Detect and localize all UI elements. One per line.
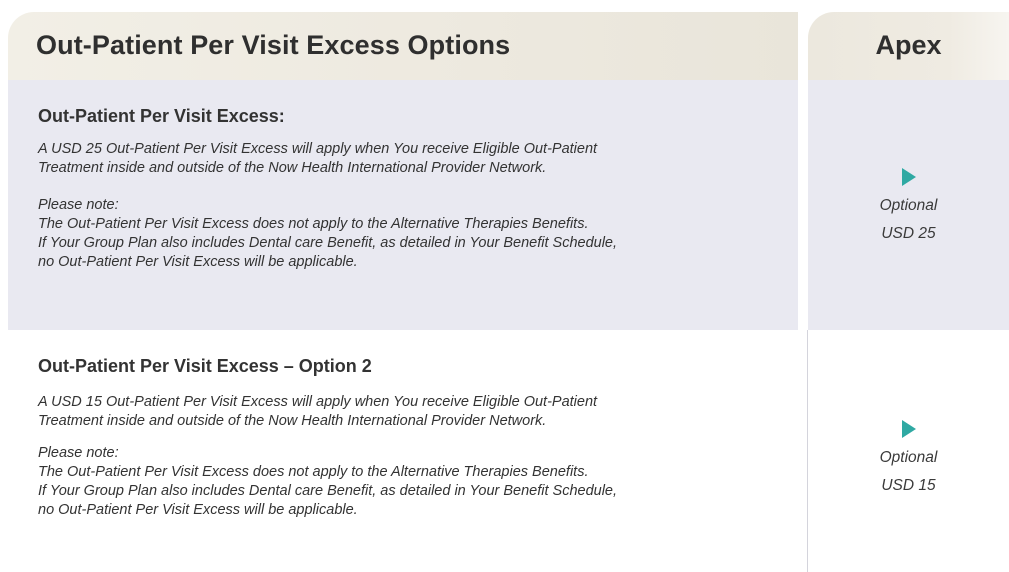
intro-text: A USD 25 Out-Patient Per Visit Excess wi… <box>38 140 798 178</box>
intro-text: A USD 15 Out-Patient Per Visit Excess wi… <box>38 393 798 431</box>
apex-value: USD 25 <box>881 225 936 242</box>
intro-line: Treatment inside and outside of the Now … <box>38 413 547 429</box>
note-line: If Your Group Plan also includes Dental … <box>38 235 618 251</box>
note-line: no Out-Patient Per Visit Excess will be … <box>38 254 358 270</box>
table-header-column-cell: Apex <box>808 12 1009 80</box>
note-line: no Out-Patient Per Visit Excess will be … <box>38 502 358 518</box>
section-heading: Out-Patient Per Visit Excess: <box>38 106 285 126</box>
column-title-apex: Apex <box>875 30 942 60</box>
triangle-bullet-icon <box>901 168 916 186</box>
note-label: Please note: <box>38 197 119 213</box>
apex-value: USD 15 <box>881 477 936 494</box>
apex-status: Optional <box>879 197 938 214</box>
note-line: If Your Group Plan also includes Dental … <box>38 483 618 499</box>
note-line: The Out-Patient Per Visit Excess does no… <box>38 216 589 232</box>
note-line: The Out-Patient Per Visit Excess does no… <box>38 464 589 480</box>
note-text: Please note: The Out-Patient Per Visit E… <box>38 444 798 520</box>
table-header-title-cell: Out-Patient Per Visit Excess Options <box>8 12 798 80</box>
apex-value-cell: Optional USD 15 <box>808 420 1009 500</box>
apex-value-cell: Optional USD 25 <box>808 168 1009 248</box>
note-text: Please note: The Out-Patient Per Visit E… <box>38 196 798 272</box>
triangle-bullet-icon <box>901 420 916 438</box>
intro-line: A USD 15 Out-Patient Per Visit Excess wi… <box>38 394 598 410</box>
note-label: Please note: <box>38 445 119 461</box>
intro-line: Treatment inside and outside of the Now … <box>38 160 547 176</box>
intro-line: A USD 25 Out-Patient Per Visit Excess wi… <box>38 141 598 157</box>
section-heading: Out-Patient Per Visit Excess – Option 2 <box>38 356 372 376</box>
page-title: Out-Patient Per Visit Excess Options <box>36 30 511 60</box>
apex-status: Optional <box>879 449 938 466</box>
